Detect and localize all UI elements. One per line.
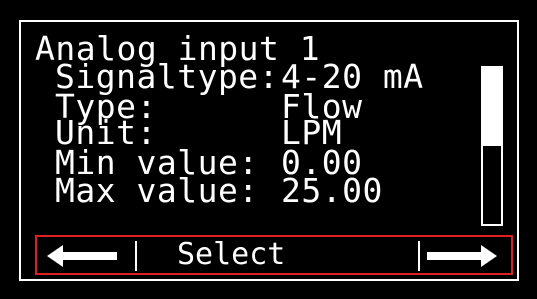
lcd-screen: Analog input 1 Signaltype: 4-20 mA Type:…	[19, 20, 519, 281]
scrollbar-thumb[interactable]	[483, 68, 501, 146]
max-value-label: Max value:	[55, 171, 259, 210]
softkey-bar: Select	[35, 235, 513, 275]
select-button[interactable]: Select	[177, 240, 285, 270]
arrow-left-icon[interactable]	[47, 243, 117, 269]
arrow-right-icon[interactable]	[427, 243, 497, 269]
softkey-separator	[418, 241, 420, 271]
max-value-value[interactable]: 25.00	[281, 174, 383, 207]
softkey-separator	[135, 241, 137, 271]
scrollbar[interactable]	[481, 66, 503, 226]
